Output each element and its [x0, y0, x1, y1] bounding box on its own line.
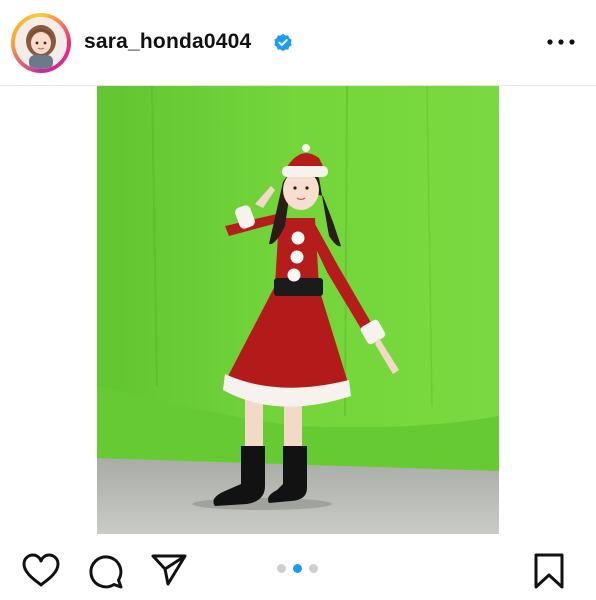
- heart-icon[interactable]: [21, 552, 61, 588]
- carousel-dot-3: [309, 563, 318, 573]
- comment-icon[interactable]: [86, 552, 124, 590]
- more-options-icon[interactable]: [545, 34, 577, 50]
- carousel-dot-2-active: [293, 563, 302, 573]
- avatar-illustration: [15, 17, 67, 69]
- post-photo-illustration: [97, 86, 499, 534]
- verified-badge-icon: [274, 33, 292, 52]
- carousel-indicator: [277, 563, 321, 573]
- send-icon[interactable]: [150, 553, 188, 587]
- post-header: sara_honda0404: [0, 0, 596, 86]
- post-image[interactable]: [97, 86, 499, 534]
- story-ring[interactable]: [11, 13, 71, 73]
- username[interactable]: sara_honda0404: [84, 30, 251, 54]
- profile-avatar-icon[interactable]: [15, 17, 67, 69]
- carousel-dot-1: [277, 563, 286, 573]
- bookmark-icon[interactable]: [531, 552, 567, 590]
